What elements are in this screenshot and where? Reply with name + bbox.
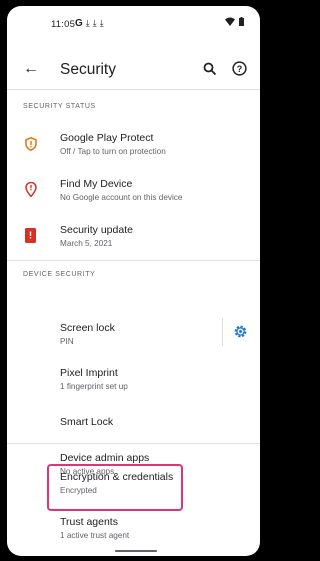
item-title: Find My Device <box>60 178 133 190</box>
download-icon: ⤓ <box>99 18 104 28</box>
back-arrow-icon[interactable]: ← <box>23 60 39 78</box>
item-subtitle: Off / Tap to turn on protection <box>60 147 166 156</box>
item-title: Google Play Protect <box>60 132 154 144</box>
gear-icon[interactable] <box>233 324 248 339</box>
list-item-security-update[interactable]: Security update March 5, 2021 <box>7 218 260 254</box>
item-title: Security update <box>60 224 133 236</box>
app-bar: ← Security ? <box>7 52 260 92</box>
item-subtitle: March 5, 2021 <box>60 239 113 248</box>
status-bar: 11:05 G ⤓ ⤓ ⤓ <box>7 6 260 40</box>
list-item-pixel-imprint[interactable]: Pixel Imprint 1 fingerprint set up <box>7 367 260 403</box>
list-item-smart-lock[interactable]: Smart Lock <box>7 416 260 442</box>
section-header-device-security: DEVICE SECURITY <box>23 271 96 278</box>
status-time: 11:05 <box>51 19 76 30</box>
vertical-divider <box>222 318 223 346</box>
google-g-icon: G <box>75 18 83 29</box>
list-item-trust-agents[interactable]: Trust agents 1 active trust agent <box>7 516 260 550</box>
gesture-nav-handle[interactable] <box>115 550 157 552</box>
status-system-icons <box>225 17 244 26</box>
download-icon: ⤓ <box>85 18 90 28</box>
divider <box>7 260 260 261</box>
help-icon[interactable]: ? <box>232 61 247 76</box>
shield-warning-icon <box>25 137 37 151</box>
item-title: Screen lock <box>60 322 115 334</box>
item-title: Device admin apps <box>60 452 150 464</box>
svg-text:?: ? <box>237 64 243 74</box>
list-item-google-play-protect[interactable]: Google Play Protect Off / Tap to turn on… <box>7 126 260 162</box>
location-pin-icon <box>25 182 37 197</box>
divider <box>7 443 260 444</box>
item-subtitle: 1 fingerprint set up <box>60 382 128 391</box>
phone-update-icon <box>25 228 36 243</box>
list-item-encryption-credentials[interactable]: Encryption & credentials Encrypted <box>7 471 260 505</box>
item-title: Pixel Imprint <box>60 367 118 379</box>
item-title: Trust agents <box>60 516 118 528</box>
status-notification-icons: G ⤓ ⤓ ⤓ <box>75 18 104 29</box>
wifi-icon <box>225 17 235 26</box>
download-icon: ⤓ <box>92 18 97 28</box>
list-item-find-my-device[interactable]: Find My Device No Google account on this… <box>7 172 260 208</box>
divider <box>7 89 260 90</box>
phone-screen: 11:05 G ⤓ ⤓ ⤓ ← Security ? SECURITY STAT… <box>7 6 260 556</box>
item-subtitle: No Google account on this device <box>60 193 183 202</box>
item-title: Encryption & credentials <box>60 471 174 483</box>
item-title: Smart Lock <box>60 416 114 428</box>
item-subtitle: Encrypted <box>60 486 97 495</box>
battery-icon <box>239 17 244 26</box>
item-subtitle: 1 active trust agent <box>60 531 130 540</box>
section-header-security-status: SECURITY STATUS <box>23 103 96 110</box>
item-subtitle: PIN <box>60 337 74 346</box>
page-title: Security <box>60 61 116 78</box>
search-icon[interactable] <box>203 62 217 76</box>
